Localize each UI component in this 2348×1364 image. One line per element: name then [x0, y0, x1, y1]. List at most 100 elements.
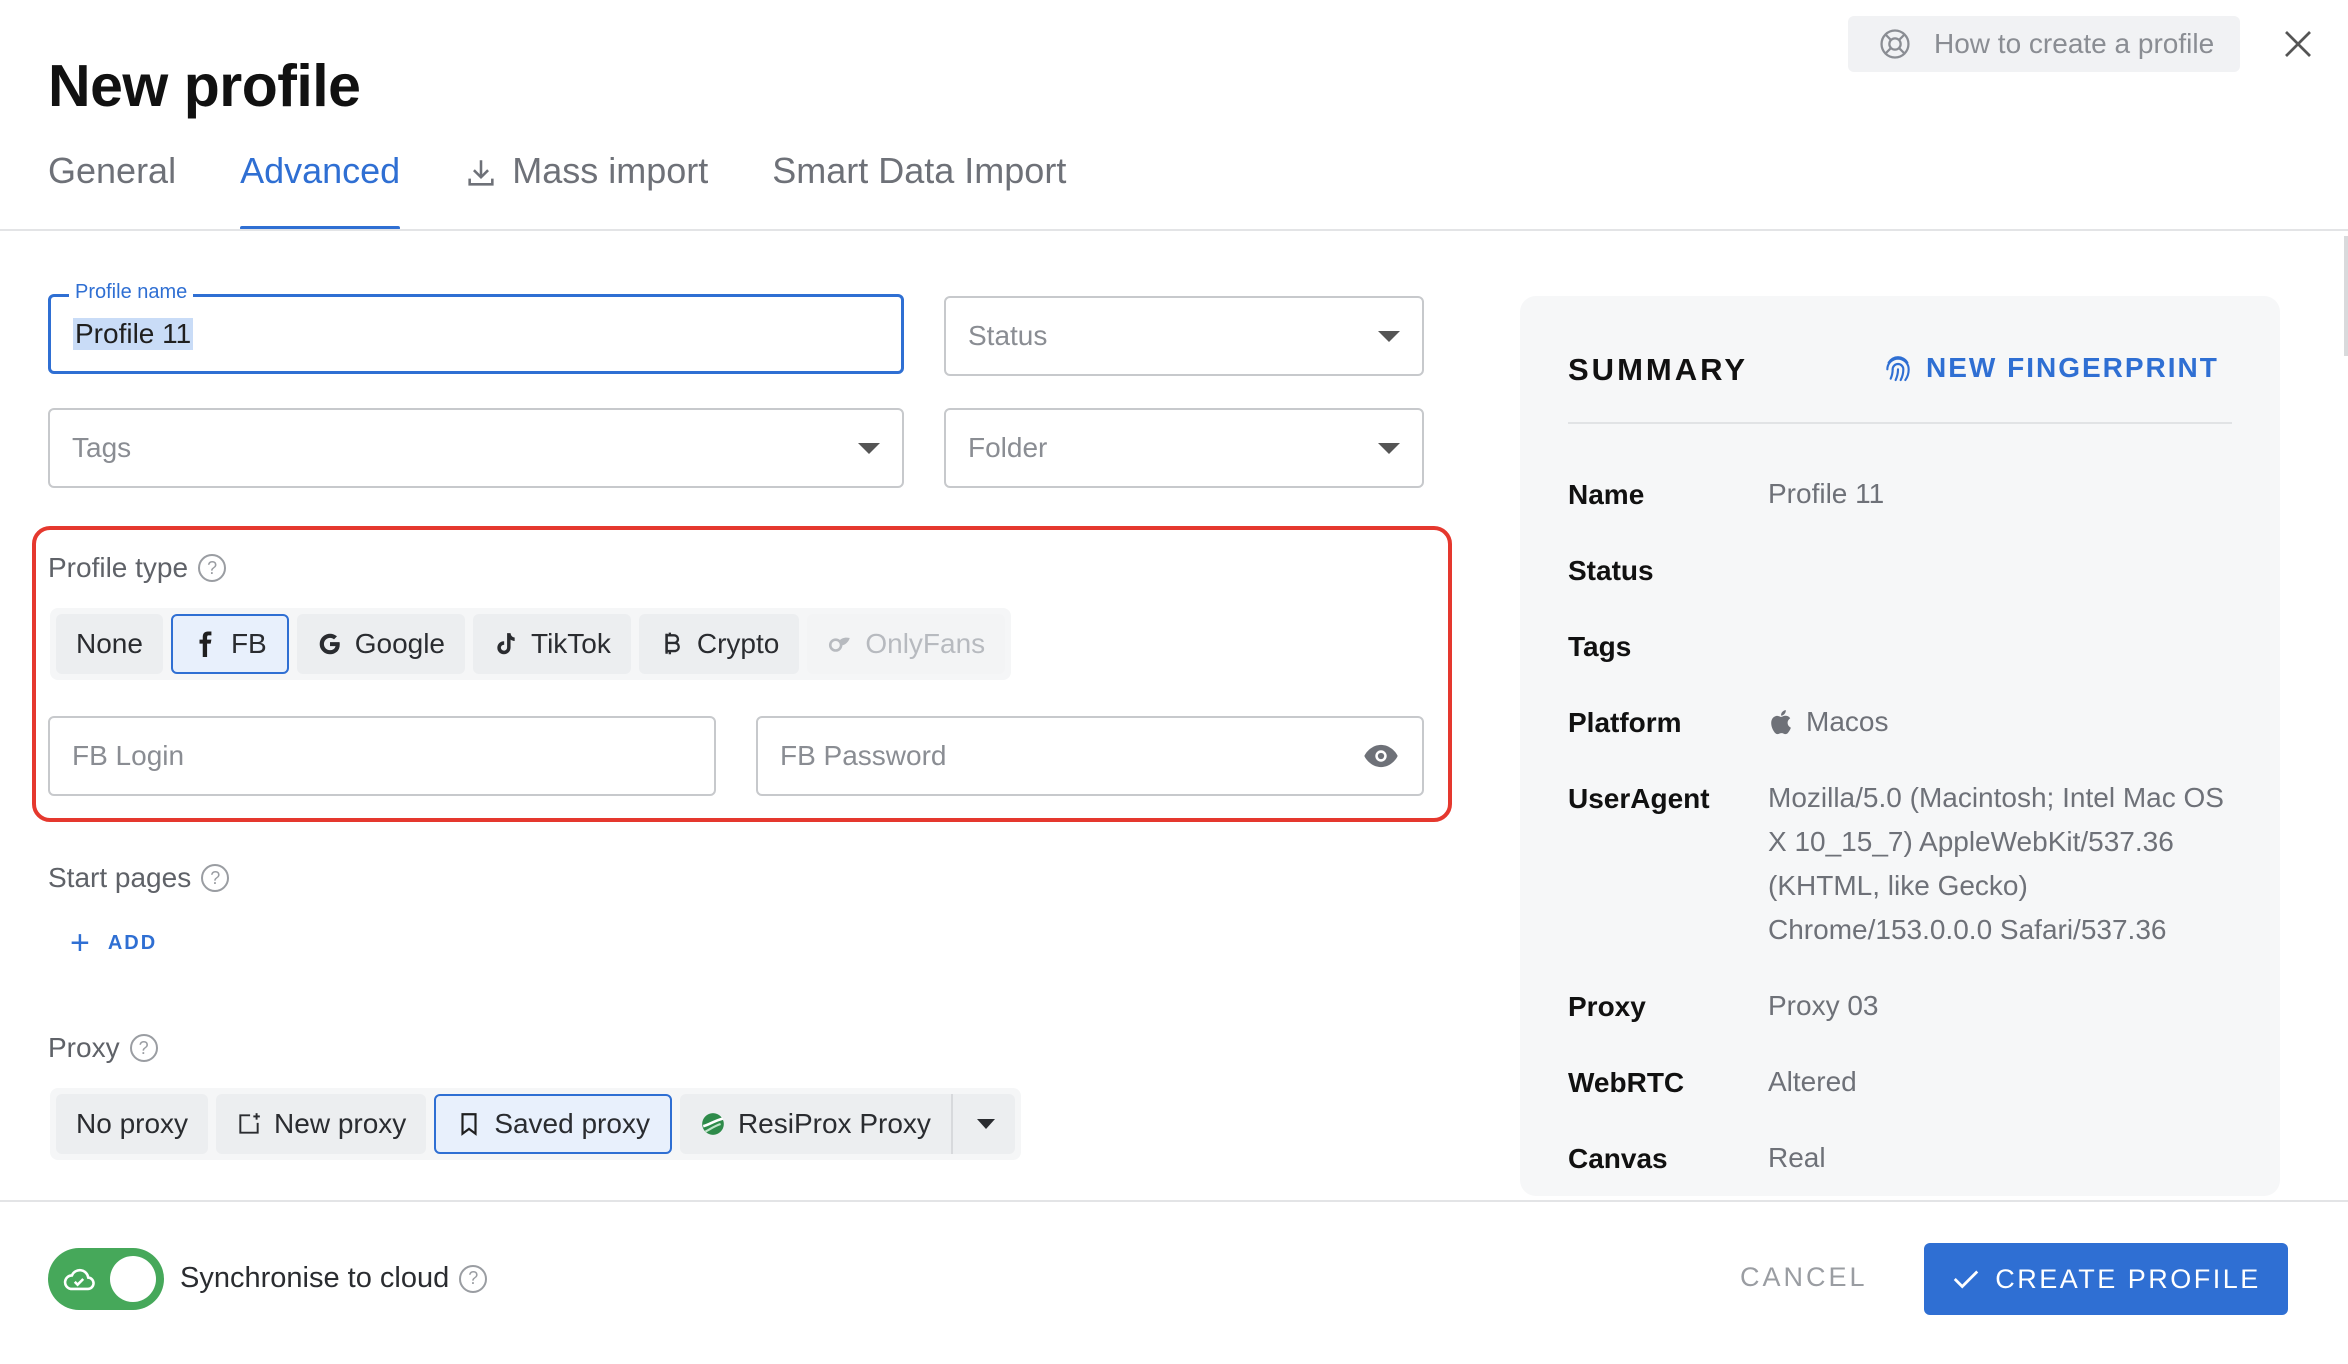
create-profile-button[interactable]: CREATE PROFILE — [1924, 1243, 2288, 1315]
summary-key-name: Name — [1568, 479, 1645, 510]
status-select[interactable]: Status — [944, 296, 1424, 376]
proxy-resiprox[interactable]: ResiProx Proxy — [679, 1094, 1015, 1154]
onlyfans-icon — [829, 637, 851, 652]
profile-type-crypto-label: Crypto — [696, 628, 780, 659]
proxy-none-label: No proxy — [76, 1108, 189, 1139]
close-icon[interactable] — [2280, 26, 2316, 62]
profile-type-google-label: Google — [354, 628, 446, 659]
summary-key-webrtc: WebRTC — [1568, 1067, 1685, 1098]
proxy-label: Proxy ? — [48, 1032, 158, 1064]
proxy-selector: No proxy New proxy Saved proxy ResiProx … — [50, 1088, 1021, 1160]
profile-type-label: Profile type ? — [48, 552, 227, 584]
resiprox-icon — [702, 1113, 724, 1135]
summary-key-tags: Tags — [1568, 631, 1632, 662]
help-button-label: How to create a profile — [1934, 28, 2215, 59]
add-start-page-label: ADD — [107, 932, 158, 954]
profile-name-label: Profile name — [69, 281, 194, 304]
proxy-saved-label: Saved proxy — [494, 1108, 650, 1139]
proxy-new[interactable]: New proxy — [216, 1094, 427, 1154]
tab-general[interactable]: General — [48, 150, 176, 232]
chevron-down-icon — [976, 1119, 995, 1129]
help-icon[interactable]: ? — [459, 1264, 488, 1293]
folder-select[interactable]: Folder — [944, 408, 1424, 488]
eye-icon[interactable] — [1362, 737, 1400, 775]
fb-login-field[interactable]: FB Login — [48, 716, 716, 796]
summary-value-canvas: Real — [1768, 1142, 1826, 1173]
summary-value-proxy: Proxy 03 — [1768, 990, 1879, 1021]
fb-login-placeholder: FB Login — [72, 740, 185, 771]
summary-title: SUMMARY — [1568, 352, 1749, 387]
profile-type-tiktok[interactable]: TikTok — [473, 614, 631, 674]
tabs-divider — [0, 229, 2348, 231]
help-icon[interactable]: ? — [198, 554, 227, 582]
google-icon — [319, 633, 340, 655]
status-placeholder: Status — [968, 320, 1048, 351]
proxy-dropdown-toggle[interactable] — [950, 1094, 995, 1154]
summary-key-canvas: Canvas — [1568, 1143, 1668, 1174]
new-fingerprint-label: NEW FINGERPRINT — [1926, 352, 2219, 383]
new-proxy-icon — [239, 1113, 260, 1134]
sync-label-text: Synchronise to cloud — [180, 1262, 450, 1294]
profile-type-none-label: None — [76, 628, 143, 659]
start-pages-label-text: Start pages — [48, 862, 192, 893]
proxy-saved[interactable]: Saved proxy — [434, 1094, 672, 1154]
add-start-page-button[interactable]: + ADD — [70, 924, 157, 963]
lifebuoy-icon — [1880, 29, 1910, 59]
sync-toggle[interactable] — [48, 1248, 164, 1310]
chevron-down-icon — [1378, 442, 1400, 454]
tab-smart-data-import-label: Smart Data Import — [772, 150, 1067, 191]
toggle-knob — [110, 1256, 156, 1302]
proxy-resiprox-label: ResiProx Proxy — [737, 1108, 931, 1139]
tags-placeholder: Tags — [72, 432, 132, 463]
sync-label: Synchronise to cloud ? — [180, 1262, 488, 1295]
tab-general-label: General — [48, 150, 177, 191]
proxy-new-label: New proxy — [274, 1108, 407, 1139]
apple-icon — [1771, 710, 1791, 735]
profile-type-onlyfans[interactable]: OnlyFans — [807, 614, 1006, 674]
profile-type-none[interactable]: None — [56, 614, 163, 674]
tab-advanced[interactable]: Advanced — [240, 150, 401, 232]
help-icon[interactable]: ? — [129, 1034, 158, 1062]
tab-advanced-label: Advanced — [240, 150, 401, 191]
profile-type-google[interactable]: Google — [296, 614, 466, 674]
profile-name-field[interactable]: Profile name Profile 11 — [48, 281, 904, 374]
tab-mass-import[interactable]: Mass import — [464, 150, 708, 232]
chevron-down-icon — [1378, 330, 1400, 342]
tags-select[interactable]: Tags — [48, 408, 904, 488]
profile-type-crypto[interactable]: Crypto — [638, 614, 800, 674]
plus-icon: + — [70, 924, 92, 962]
cloud-check-icon — [63, 1268, 95, 1291]
help-button[interactable]: How to create a profile — [1848, 16, 2240, 72]
profile-type-onlyfans-label: OnlyFans — [865, 628, 986, 659]
proxy-none[interactable]: No proxy — [56, 1094, 209, 1154]
tab-mass-import-label: Mass import — [512, 150, 709, 191]
fb-password-placeholder: FB Password — [780, 740, 947, 771]
check-icon — [1953, 1270, 1979, 1289]
facebook-icon — [199, 631, 212, 657]
bookmark-icon — [461, 1113, 477, 1136]
folder-placeholder: Folder — [968, 432, 1048, 463]
profile-type-label-text: Profile type — [48, 552, 189, 583]
tab-bar: General Advanced Mass import Smart Data … — [48, 150, 1130, 232]
download-icon — [468, 160, 494, 186]
fb-password-field[interactable]: FB Password — [756, 716, 1424, 796]
chevron-down-icon — [858, 442, 880, 454]
summary-value-name: Profile 11 — [1768, 478, 1885, 509]
proxy-label-text: Proxy — [48, 1032, 120, 1063]
profile-type-fb[interactable]: FB — [170, 614, 289, 674]
scrollbar[interactable] — [2344, 236, 2348, 356]
create-profile-label: CREATE PROFILE — [1995, 1263, 2261, 1294]
summary-value-useragent: Mozilla/5.0 (Macintosh; Intel Mac OS X 1… — [1768, 782, 2224, 945]
summary-divider — [1568, 422, 2232, 424]
tab-smart-data-import[interactable]: Smart Data Import — [772, 150, 1066, 232]
profile-type-selector: None FB Google TikTok Crypto OnlyFans — [50, 608, 1012, 680]
profile-type-fb-label: FB — [230, 628, 267, 659]
summary-value-platform: Macos — [1768, 700, 2238, 744]
summary-key-proxy: Proxy — [1568, 991, 1646, 1022]
cancel-button[interactable]: CANCEL — [1740, 1262, 1868, 1293]
help-icon[interactable]: ? — [201, 864, 230, 892]
fingerprint-icon — [1886, 356, 1910, 382]
start-pages-label: Start pages ? — [48, 862, 230, 894]
new-fingerprint-button[interactable]: NEW FINGERPRINT — [1882, 352, 2219, 384]
summary-key-platform: Platform — [1568, 707, 1682, 738]
